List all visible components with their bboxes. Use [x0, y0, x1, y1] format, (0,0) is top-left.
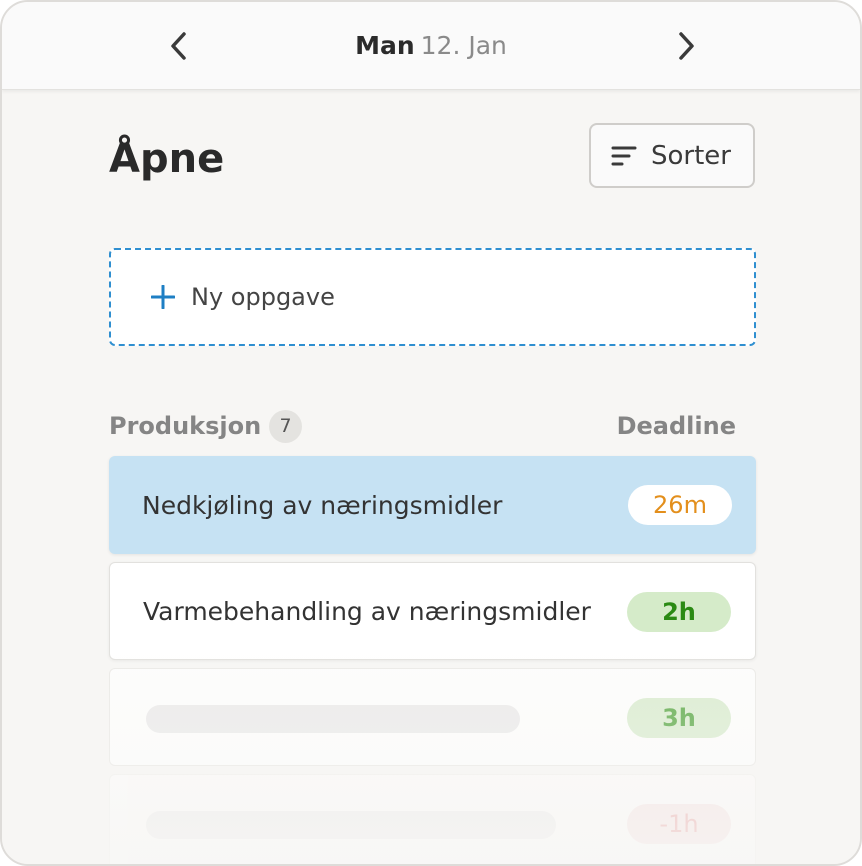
page-title: Åpne — [109, 136, 225, 182]
section-count-badge: 7 — [269, 410, 302, 443]
deadline-badge: 26m — [628, 485, 732, 525]
date-navigation-bar: Man 12. Jan — [2, 2, 860, 90]
sort-lines-icon — [611, 146, 637, 165]
task-row-loading[interactable]: -1h — [109, 774, 756, 864]
deadline-column-header: Deadline — [616, 412, 736, 440]
sort-button-label: Sorter — [651, 140, 731, 171]
section-title: Produksjon — [109, 412, 262, 440]
deadline-badge: 2h — [627, 592, 731, 632]
sort-button[interactable]: Sorter — [589, 123, 755, 188]
title-skeleton-placeholder — [146, 811, 556, 839]
new-task-button[interactable]: Ny oppgave — [109, 248, 756, 346]
new-task-label: Ny oppgave — [191, 283, 335, 311]
task-title: Nedkjøling av næringsmidler — [142, 490, 503, 520]
deadline-badge: -1h — [627, 804, 731, 844]
date-weekday: Man — [355, 31, 415, 60]
title-skeleton-placeholder — [146, 705, 520, 733]
app-frame: Man 12. Jan Åpne Sorter Ny oppgave Produk… — [0, 0, 862, 866]
date-day-month: 12. Jan — [420, 31, 507, 60]
next-day-button[interactable] — [669, 28, 703, 64]
current-date: Man 12. Jan — [2, 29, 860, 63]
task-row[interactable]: Varmebehandling av næringsmidler 2h — [109, 562, 756, 660]
chevron-right-icon — [679, 32, 694, 60]
task-title: Varmebehandling av næringsmidler — [143, 596, 591, 626]
task-row-loading[interactable]: 3h — [109, 668, 756, 766]
task-row[interactable]: Nedkjøling av næringsmidler 26m — [109, 456, 756, 554]
deadline-badge: 3h — [627, 698, 731, 738]
plus-icon — [151, 285, 175, 309]
